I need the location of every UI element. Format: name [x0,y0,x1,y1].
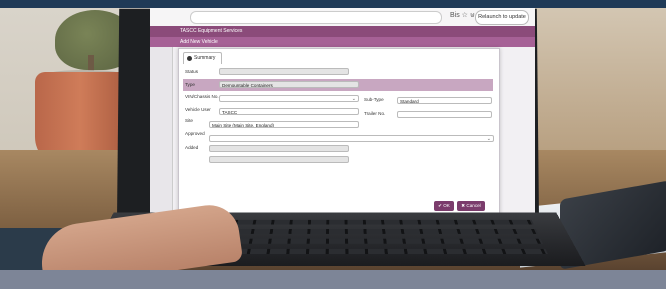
app-title: TASCC Equipment Services [150,26,535,37]
status-field [219,68,349,75]
subtype-value: Standard [400,99,419,104]
laptop-screen: Bis ☆ ⊍ ⬒ Relaunch to update ⋮ TASCC Equ… [150,8,535,233]
browser-toolbar: Bis ☆ ⊍ ⬒ Relaunch to update ⋮ [150,8,535,33]
status-label: Status [185,69,199,74]
subtype-label: Sub-Type [364,97,384,102]
cancel-button[interactable]: ✖ Cancel [457,201,485,211]
type-label: Type [185,82,195,87]
trailer-field[interactable] [397,111,492,118]
tab-summary[interactable]: Summary [183,52,223,64]
approved-label: Approved [185,131,205,136]
top-stripe [0,0,666,8]
trailer-label: Trailer No. [364,111,386,116]
relaunch-button[interactable]: Relaunch to update ⋮ [475,10,529,33]
vehicle-user-label: Vehicle User [185,107,211,112]
side-panel [150,47,173,233]
vehicle-user-field[interactable]: TASCC [219,108,359,115]
subtype-select[interactable]: Standard [397,97,492,104]
vin-field[interactable]: ⌄ [219,95,359,102]
added-field [209,145,349,152]
approved-select[interactable]: ⌄ [209,135,494,142]
bottom-bar [0,270,666,289]
chevron-down-icon: ⌄ [486,136,491,142]
type-value: Demountable Containers [222,83,273,88]
site-value: Main Site (Main Site, England) [212,123,275,128]
tab-summary-label: Summary [194,55,216,61]
summary-icon [187,56,192,61]
photo-background: Bis ☆ ⊍ ⬒ Relaunch to update ⋮ TASCC Equ… [0,0,666,270]
site-select[interactable]: Main Site (Main Site, England) [209,121,359,128]
chevron-down-icon: ⌄ [351,96,356,102]
ok-button[interactable]: ✔ OK [434,201,454,211]
added-field-2 [209,156,349,163]
type-field: Demountable Containers [219,81,359,88]
vin-label: VIN/Chassis No. [185,94,219,99]
add-vehicle-dialog: Summary Status Type Demountable Containe… [178,48,500,225]
page-title: Add New Vehicle [150,37,535,47]
added-label: Added [185,145,199,150]
site-label: Site [185,118,193,123]
address-bar[interactable] [190,11,442,24]
vehicle-user-value: TASCC [222,110,238,115]
background-shelf [520,8,666,168]
